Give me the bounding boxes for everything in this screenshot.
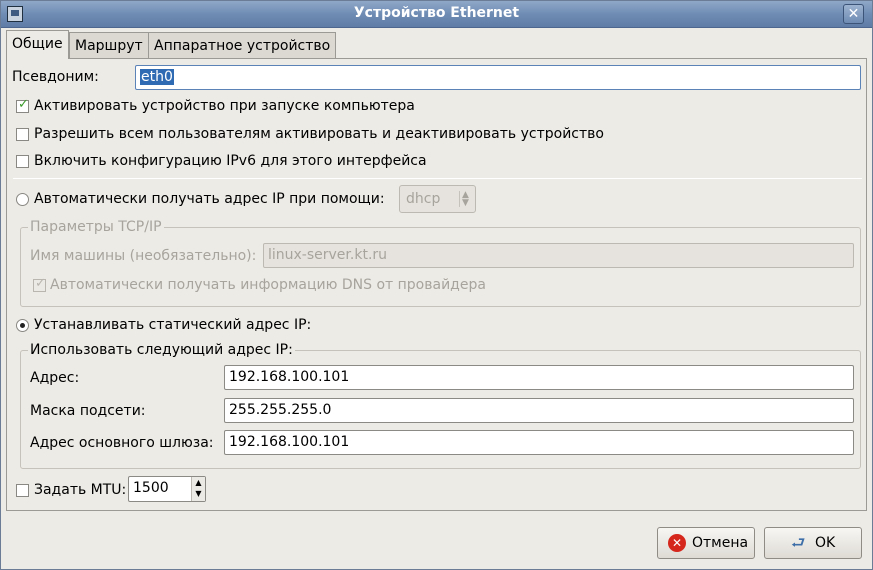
alias-value: eth0 bbox=[140, 69, 174, 85]
mtu-checkbox[interactable] bbox=[16, 484, 29, 497]
activate-on-boot-checkbox[interactable]: ✓ bbox=[16, 97, 29, 113]
tab-label: Общие bbox=[12, 36, 63, 52]
enable-ipv6-label: Включить конфигурацию IPv6 для этого инт… bbox=[34, 153, 427, 169]
ok-button[interactable]: ⮐ OK bbox=[764, 527, 862, 559]
enable-ipv6-checkbox[interactable] bbox=[16, 155, 29, 168]
auto-dns-checkbox[interactable]: ✓ bbox=[33, 276, 46, 292]
cancel-icon: ✕ bbox=[668, 534, 686, 552]
title-bar: Устройство Ethernet ✕ bbox=[1, 1, 872, 28]
separator bbox=[13, 178, 862, 179]
tab-label: Маршрут bbox=[75, 38, 143, 54]
ethernet-device-dialog: Устройство Ethernet ✕ Общие Маршрут Аппа… bbox=[0, 0, 873, 570]
netmask-input[interactable]: 255.255.255.0 bbox=[224, 398, 854, 423]
mtu-value: 1500 bbox=[133, 480, 169, 496]
mtu-spinbox[interactable]: 1500 ▲ ▼ bbox=[128, 476, 206, 502]
mtu-label: Задать MTU: bbox=[34, 482, 127, 498]
tab-hardware-device[interactable]: Аппаратное устройство bbox=[148, 32, 337, 58]
activate-on-boot-label: Активировать устройство при запуске комп… bbox=[34, 98, 415, 114]
static-ip-label: Устанавливать статический адрес IP: bbox=[34, 317, 312, 333]
ok-button-label: OK bbox=[815, 535, 836, 551]
window-title: Устройство Ethernet bbox=[353, 5, 520, 21]
auto-ip-radio[interactable] bbox=[16, 193, 29, 206]
radio-selected-icon bbox=[20, 323, 25, 328]
address-input[interactable]: 192.168.100.101 bbox=[224, 365, 854, 390]
cancel-button[interactable]: ✕ Отмена bbox=[657, 527, 755, 559]
cancel-button-label: Отмена bbox=[692, 535, 749, 551]
alias-label: Псевдоним: bbox=[12, 69, 99, 85]
tab-route[interactable]: Маршрут bbox=[69, 32, 149, 58]
address-label: Адрес: bbox=[30, 370, 80, 386]
allow-users-label: Разрешить всем пользователям активироват… bbox=[34, 126, 604, 142]
ok-arrow-icon: ⮐ bbox=[791, 533, 806, 552]
tcpip-params-title: Параметры TCP/IP bbox=[28, 219, 164, 235]
alias-input[interactable]: eth0 bbox=[135, 65, 861, 90]
spinner-arrows-icon[interactable]: ▲ ▼ bbox=[191, 477, 205, 501]
close-icon[interactable]: ✕ bbox=[843, 4, 864, 24]
tab-general[interactable]: Общие bbox=[6, 30, 69, 59]
netmask-label: Маска подсети: bbox=[30, 403, 146, 419]
ip-method-select[interactable]: dhcp ▲ ▼ bbox=[399, 185, 476, 213]
static-ip-radio[interactable] bbox=[16, 319, 29, 332]
static-ip-frame-title: Использовать следующий адрес IP: bbox=[28, 342, 295, 358]
tab-label: Аппаратное устройство bbox=[154, 38, 331, 54]
ip-method-value: dhcp bbox=[406, 191, 441, 207]
auto-dns-label: Автоматически получать информацию DNS от… bbox=[50, 277, 486, 293]
auto-ip-label: Автоматически получать адрес IP при помо… bbox=[34, 191, 385, 207]
gateway-label: Адрес основного шлюза: bbox=[30, 435, 214, 451]
hostname-input[interactable]: linux-server.kt.ru bbox=[263, 243, 854, 268]
gateway-input[interactable]: 192.168.100.101 bbox=[224, 430, 854, 455]
spinner-arrows-icon: ▲ ▼ bbox=[459, 191, 471, 208]
checkmark-icon: ✓ bbox=[35, 276, 46, 291]
hostname-label: Имя машины (необязательно): bbox=[30, 248, 257, 264]
checkmark-icon: ✓ bbox=[18, 97, 29, 112]
allow-users-checkbox[interactable] bbox=[16, 128, 29, 141]
